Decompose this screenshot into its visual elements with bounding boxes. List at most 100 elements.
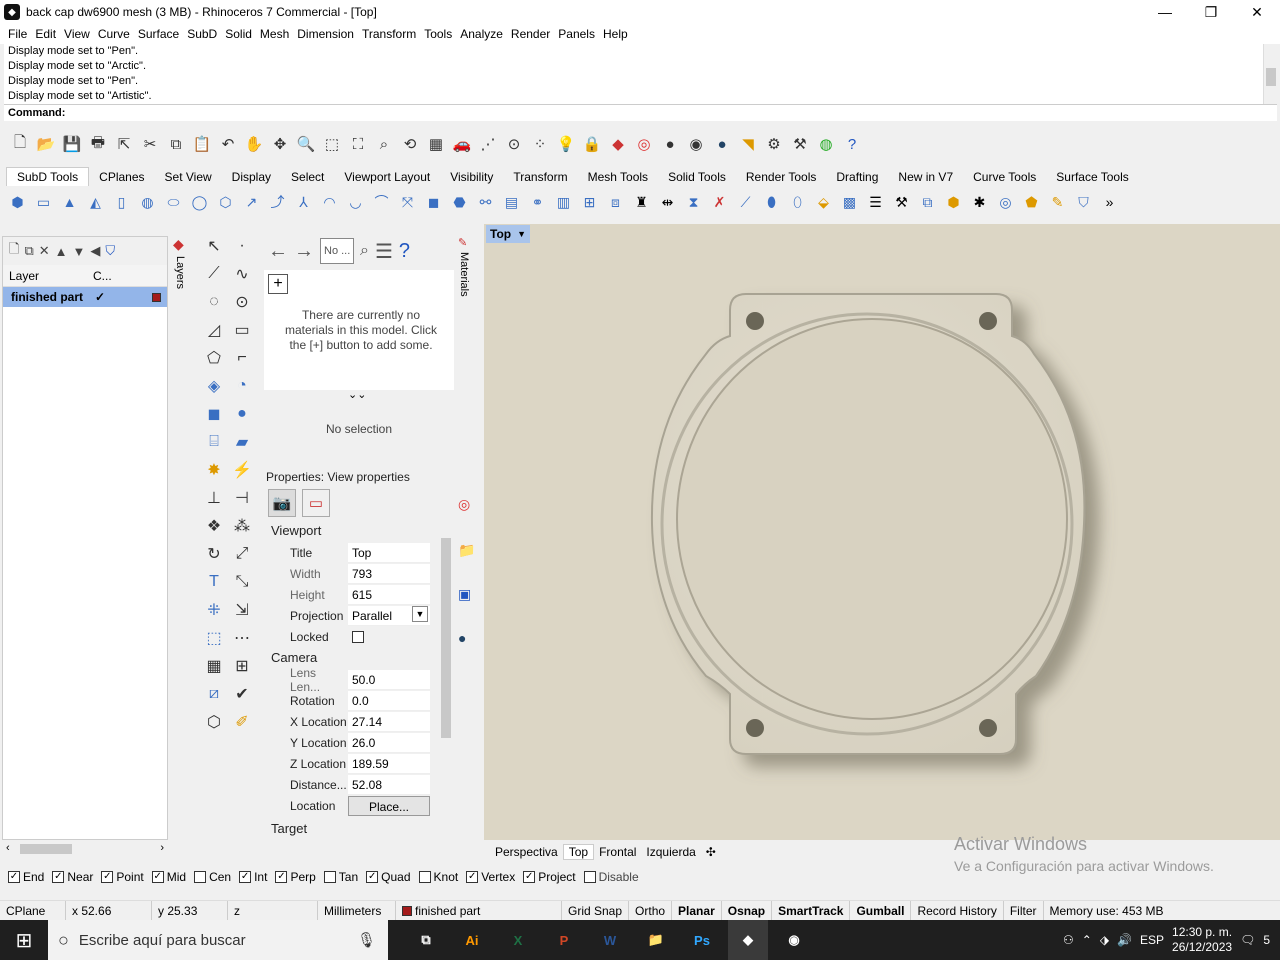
tab-visibility[interactable]: Visibility <box>440 168 503 186</box>
tray-chevron-icon[interactable]: ⌃ <box>1082 933 1092 947</box>
smarttrack-toggle[interactable]: SmartTrack <box>772 900 851 921</box>
align-icon[interactable]: ⊞ <box>228 652 256 680</box>
undo-view-icon[interactable]: ⟲ <box>398 132 422 156</box>
subd-list-icon[interactable]: ☰ <box>864 191 887 214</box>
subd-insert-edge-icon[interactable]: ⇹ <box>656 191 679 214</box>
clock[interactable]: 12:30 p. m. 26/12/2023 <box>1172 925 1232 955</box>
dimension-icon[interactable]: ⤡ <box>228 568 256 596</box>
color-wheel-icon[interactable]: ◎ <box>632 132 656 156</box>
subd-crease-icon[interactable]: ⧈ <box>604 191 627 214</box>
col-layer[interactable]: Layer <box>3 269 87 283</box>
menu-help[interactable]: Help <box>599 27 632 41</box>
color-wheel-icon[interactable]: ◎ <box>458 496 470 513</box>
scroll-thumb[interactable] <box>20 844 72 854</box>
subd-sphere-grid-icon[interactable]: ◎ <box>994 191 1017 214</box>
render-sphere-icon[interactable]: ● <box>710 132 734 156</box>
y-location-field[interactable]: 26.0 <box>348 732 430 753</box>
current-layer[interactable]: finished part <box>396 900 562 921</box>
microphone-icon[interactable]: 🎙 <box>357 931 376 949</box>
sphere-icon[interactable]: ● <box>228 400 256 428</box>
tab-perspectiva[interactable]: Perspectiva <box>490 845 563 859</box>
osnap-end[interactable]: ✓ End <box>8 870 44 884</box>
planar-toggle[interactable]: Planar <box>672 900 722 921</box>
checkbox[interactable]: ✓ <box>8 871 20 883</box>
paint-icon[interactable]: ✐ <box>228 708 256 736</box>
polygon-icon[interactable]: ⬠ <box>200 344 228 372</box>
four-viewports-icon[interactable]: ▦ <box>424 132 448 156</box>
materials-side-tab[interactable]: ✎ Materials <box>456 237 476 310</box>
undo-icon[interactable]: ↶ <box>216 132 240 156</box>
help-icon[interactable]: ? <box>840 132 864 156</box>
car-icon[interactable]: 🚗 <box>450 132 474 156</box>
lens-field[interactable]: 50.0 <box>348 669 430 690</box>
place-button[interactable]: Place... <box>348 795 430 816</box>
osnap-vertex[interactable]: ✓ Vertex <box>466 870 515 884</box>
boolean-icon[interactable]: ❖ <box>200 512 228 540</box>
scroll-thumb[interactable] <box>441 538 451 738</box>
taskbar-search[interactable]: ○ Escribe aquí para buscar 🎙 <box>48 920 388 960</box>
osnap-disable[interactable]: Disable <box>583 870 639 884</box>
taskbar-search-input[interactable]: Escribe aquí para buscar <box>79 932 246 949</box>
windows-start-icon[interactable]: ⊞ <box>0 920 48 960</box>
menu-mesh[interactable]: Mesh <box>256 27 293 41</box>
curve-icon[interactable]: ∿ <box>228 260 256 288</box>
osnap-mid[interactable]: ✓ Mid <box>151 870 186 884</box>
tab-mesh-tools[interactable]: Mesh Tools <box>578 168 658 186</box>
polyline-icon[interactable]: ⟋ <box>200 260 228 288</box>
menu-subd[interactable]: SubD <box>183 27 221 41</box>
checkbox[interactable] <box>418 871 431 883</box>
paste-icon[interactable]: 📋 <box>190 132 214 156</box>
subd-display-icon[interactable]: ▩ <box>838 191 861 214</box>
zoom-window-icon[interactable]: ⬚ <box>320 132 344 156</box>
subd-offset-icon[interactable]: ⬣ <box>448 191 471 214</box>
tab-frontal[interactable]: Frontal <box>594 845 641 859</box>
folder-icon[interactable]: 📁 <box>458 542 475 559</box>
subd-box-icon[interactable]: ▭ <box>32 191 55 214</box>
more-tools-chevron-icon[interactable]: » <box>1098 191 1121 214</box>
menu-solid[interactable]: Solid <box>221 27 256 41</box>
subd-torus-icon[interactable]: ◯ <box>188 191 211 214</box>
circle-icon[interactable]: ◌ <box>200 288 228 316</box>
tab-transform[interactable]: Transform <box>503 168 577 186</box>
materials-search-input[interactable]: No ... <box>320 238 354 264</box>
subd-convert-icon[interactable]: ⧉ <box>916 191 939 214</box>
analyze-icon[interactable]: ⧄ <box>200 680 228 708</box>
sync-icon[interactable]: ◍ <box>814 132 838 156</box>
expand-chevron-icon[interactable]: ⌄⌄ <box>348 388 366 401</box>
language-indicator[interactable]: ESP <box>1140 933 1164 947</box>
shaded-sphere-icon[interactable]: ● <box>658 132 682 156</box>
zoom-extents-icon[interactable]: ⛶ <box>346 132 370 156</box>
osnap-icon[interactable]: ⊙ <box>502 132 526 156</box>
x-location-field[interactable]: 27.14 <box>348 711 430 732</box>
history-scrollbar[interactable] <box>1263 44 1277 104</box>
subd-join-icon[interactable]: ⚭ <box>526 191 549 214</box>
new-sublayer-icon[interactable]: ⧉ <box>24 243 33 259</box>
subd-flag-icon[interactable]: ♜ <box>630 191 653 214</box>
tab-solid-tools[interactable]: Solid Tools <box>658 168 736 186</box>
trim-icon[interactable]: ⊥ <box>200 484 228 512</box>
tab-curve-tools[interactable]: Curve Tools <box>963 168 1046 186</box>
render-icon[interactable]: ◥ <box>736 132 760 156</box>
checkbox[interactable]: ✓ <box>275 871 288 883</box>
checkbox[interactable]: ✓ <box>466 871 479 883</box>
task-view-icon[interactable]: ⧉ <box>406 920 446 960</box>
tab-display[interactable]: Display <box>222 168 281 186</box>
delete-layer-icon[interactable]: ✕ <box>39 243 50 259</box>
zoom-selected-icon[interactable]: ⌕ <box>372 132 396 156</box>
tab-surface-tools[interactable]: Surface Tools <box>1046 168 1139 186</box>
close-button[interactable]: ✕ <box>1234 0 1280 24</box>
subd-unweld-icon[interactable]: ✗ <box>708 191 731 214</box>
group-icon[interactable]: ⁂ <box>228 512 256 540</box>
text-icon[interactable]: T <box>200 568 228 596</box>
light-icon[interactable]: 💡 <box>554 132 578 156</box>
plugin-icon[interactable]: ⚒ <box>788 132 812 156</box>
tab-new-in-v7[interactable]: New in V7 <box>888 168 963 186</box>
menu-panels[interactable]: Panels <box>554 27 599 41</box>
top-viewport[interactable] <box>484 224 1280 840</box>
subd-filter-icon[interactable]: ⛉ <box>1072 191 1095 214</box>
subd-fillet-icon[interactable]: ⬮ <box>760 191 783 214</box>
search-icon[interactable]: ⌕ <box>360 242 369 260</box>
obs-app-icon[interactable]: ◉ <box>774 920 814 960</box>
menu-edit[interactable]: Edit <box>31 27 60 41</box>
new-file-icon[interactable]: 🗋 <box>8 132 32 156</box>
